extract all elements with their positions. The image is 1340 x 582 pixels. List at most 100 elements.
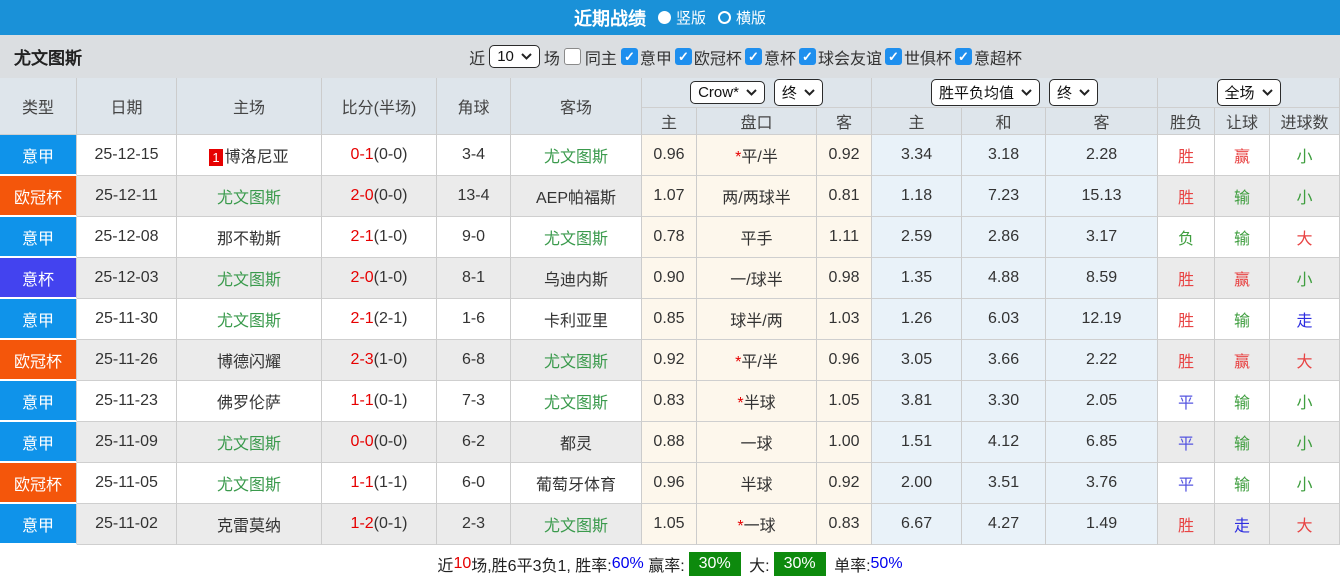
cell-avg-away: 2.22 [1046, 340, 1158, 381]
table-row: 意甲 25-11-09 尤文图斯 0-0(0-0) 6-2 都灵 0.88 一球… [0, 422, 1340, 463]
cell-away: 尤文图斯 [511, 340, 642, 381]
league-badge: 欧冠杯 [0, 463, 77, 504]
odds-company-select[interactable]: Crow* [690, 81, 765, 104]
cell-away: 尤文图斯 [511, 504, 642, 545]
avg-time-select[interactable]: 终 [1049, 79, 1098, 106]
league-badge: 意甲 [0, 422, 77, 463]
home-team: 尤文图斯 [217, 436, 281, 453]
league-filters: ✓ 意甲 ✓ 欧冠杯 ✓ 意杯 ✓ 球会友谊 ✓ 世俱杯 ✓ 意超杯 [621, 45, 1022, 69]
cell-avg-draw: 7.23 [962, 176, 1046, 217]
halftime-score: (0-0) [374, 146, 408, 163]
chevron-down-icon [1021, 89, 1032, 96]
cell-away-odds: 0.81 [817, 176, 872, 217]
cell-home-odds: 0.90 [642, 258, 697, 299]
filters: 近 10 场 同主 ✓ 意甲 ✓ 欧冠杯 ✓ 意杯 ✓ 球会友谊 ✓ 世俱杯 ✓… [469, 45, 1022, 69]
halftime-score: (0-1) [374, 392, 408, 409]
fulltime-score: 2-0 [351, 187, 374, 204]
subheader-away-odds: 客 [817, 108, 872, 135]
cell-avg-draw: 4.88 [962, 258, 1046, 299]
avg-time-value: 终 [1057, 82, 1072, 103]
cell-goals: 小 [1270, 422, 1340, 463]
handicap-text: 平手 [740, 231, 772, 248]
cell-goals: 小 [1270, 176, 1340, 217]
avg-type-select[interactable]: 胜平负均值 [931, 79, 1040, 106]
cell-home: 佛罗伦萨 [177, 381, 322, 422]
radio-selected-icon [658, 11, 671, 24]
cell-score: 0-1(0-0) [322, 135, 437, 176]
summary-segment: 赢率: [644, 552, 685, 576]
cell-score: 2-0(1-0) [322, 258, 437, 299]
fulltime-score: 2-0 [351, 269, 374, 286]
header-away: 客场 [511, 78, 642, 135]
league-checkbox[interactable]: ✓ [955, 48, 972, 65]
near-label: 近 [469, 45, 485, 69]
cell-handicap: *半球 [697, 381, 817, 422]
cell-result: 胜 [1158, 504, 1215, 545]
cell-away-odds: 1.00 [817, 422, 872, 463]
table-row: 意甲 25-11-30 尤文图斯 2-1(2-1) 1-6 卡利亚里 0.85 … [0, 299, 1340, 340]
cell-goals: 大 [1270, 504, 1340, 545]
league-checkbox[interactable]: ✓ [621, 48, 638, 65]
cell-avg-draw: 3.51 [962, 463, 1046, 504]
games-label: 场 [544, 45, 560, 69]
league-badge: 欧冠杯 [0, 176, 77, 217]
cell-corners: 7-3 [437, 381, 511, 422]
cell-handicap: 半球 [697, 463, 817, 504]
cell-avg-home: 2.59 [872, 217, 962, 258]
scope-value: 全场 [1225, 82, 1255, 103]
league-checkbox[interactable]: ✓ [745, 48, 762, 65]
cell-avg-away: 8.59 [1046, 258, 1158, 299]
halftime-score: (1-0) [374, 351, 408, 368]
odds-time-value: 终 [782, 82, 797, 103]
scope-select[interactable]: 全场 [1217, 79, 1281, 106]
match-count-select[interactable]: 10 [489, 45, 540, 68]
subheader-avg-home: 主 [872, 108, 962, 135]
handicap-text: 平/半 [741, 149, 777, 166]
cell-handicap-result: 赢 [1215, 340, 1270, 381]
cell-avg-away: 6.85 [1046, 422, 1158, 463]
cell-handicap-result: 赢 [1215, 258, 1270, 299]
league-filter-label: 意甲 [640, 45, 672, 69]
summary-bar: 近10场,胜6平3负1, 胜率:60% 赢率:30% 大:30% 单率:50% [0, 545, 1340, 582]
cell-away: 乌迪内斯 [511, 258, 642, 299]
league-filter: ✓ 世俱杯 [885, 45, 952, 69]
table-row: 欧冠杯 25-12-11 尤文图斯 2-0(0-0) 13-4 AEP帕福斯 1… [0, 176, 1340, 217]
cell-home-odds: 0.88 [642, 422, 697, 463]
league-checkbox[interactable]: ✓ [885, 48, 902, 65]
same-home-checkbox[interactable] [564, 48, 581, 65]
cell-result: 平 [1158, 422, 1215, 463]
summary-segment: 近 [437, 552, 453, 576]
radio-horizontal[interactable]: 横版 [718, 7, 766, 28]
cell-corners: 2-3 [437, 504, 511, 545]
radio-vertical[interactable]: 竖版 [658, 7, 706, 28]
results-table: 类型 日期 主场 比分(半场) 角球 客场 Crow* 终 [0, 78, 1340, 545]
odds-header: Crow* 终 [642, 78, 872, 108]
league-filter-label: 意超杯 [974, 45, 1022, 69]
cell-result: 平 [1158, 463, 1215, 504]
cell-corners: 9-0 [437, 217, 511, 258]
handicap-text: 一/球半 [730, 272, 782, 289]
cell-date: 25-11-02 [77, 504, 177, 545]
cell-result: 胜 [1158, 299, 1215, 340]
away-team: 尤文图斯 [544, 354, 608, 371]
summary-segment: 场,胜6平3负1, 胜率: [471, 552, 611, 576]
league-badge: 欧冠杯 [0, 340, 77, 381]
cell-home-odds: 0.78 [642, 217, 697, 258]
cell-handicap: *平/半 [697, 135, 817, 176]
home-team: 尤文图斯 [217, 477, 281, 494]
league-filter-label: 意杯 [764, 45, 796, 69]
cell-home: 博德闪耀 [177, 340, 322, 381]
cell-avg-draw: 3.18 [962, 135, 1046, 176]
cell-corners: 6-8 [437, 340, 511, 381]
league-checkbox[interactable]: ✓ [799, 48, 816, 65]
cell-handicap: 一球 [697, 422, 817, 463]
cell-home: 尤文图斯 [177, 422, 322, 463]
halftime-score: (0-1) [374, 515, 408, 532]
odds-time-select[interactable]: 终 [774, 79, 823, 106]
league-checkbox[interactable]: ✓ [675, 48, 692, 65]
avg-header: 胜平负均值 终 [872, 78, 1158, 108]
subheader-home-odds: 主 [642, 108, 697, 135]
cell-goals: 大 [1270, 217, 1340, 258]
cell-home: 1博洛尼亚 [177, 135, 322, 176]
cell-goals: 小 [1270, 463, 1340, 504]
